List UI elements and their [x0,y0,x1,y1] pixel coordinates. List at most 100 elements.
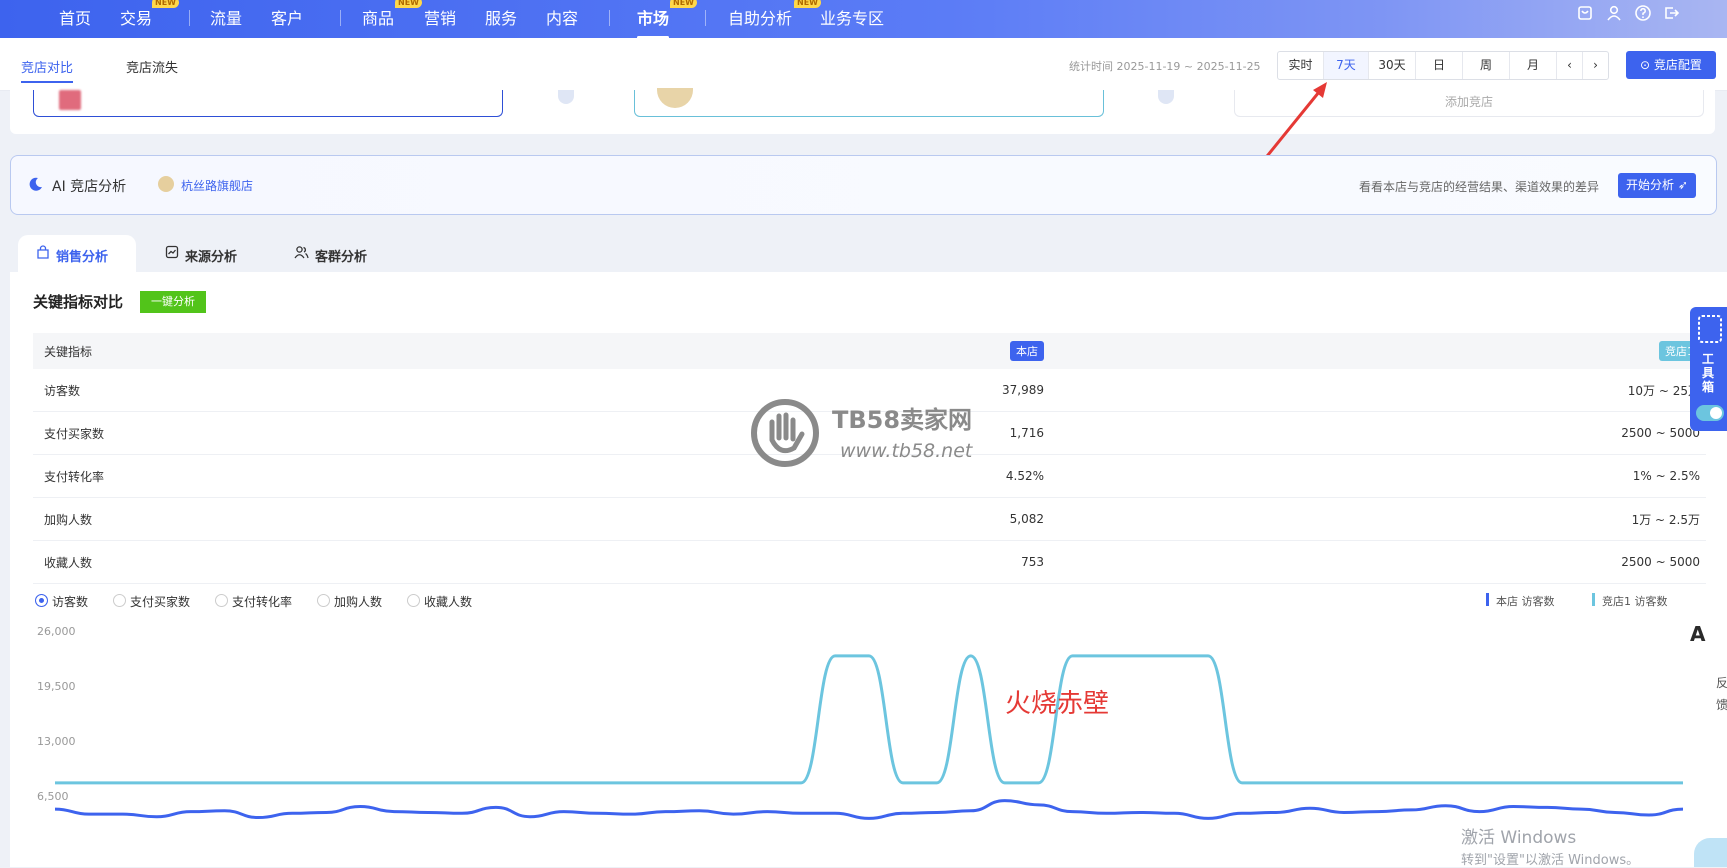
competitor-config-button[interactable]: ⊙ 竞店配置 [1626,51,1716,79]
period-day[interactable]: 日 [1416,52,1463,79]
watermark-title: TB58卖家网 [832,406,973,434]
competitor-value: 1万 ~ 2.5万 [1050,497,1706,541]
y-tick-label: 19,500 [37,680,76,693]
legend-own-shop: 本店 访客数 [1486,593,1555,609]
nav-customer[interactable]: 客户 [271,5,303,29]
own-value: 753 [344,540,1050,584]
radio-paying-buyers[interactable]: 支付买家数 [113,593,190,610]
nav-self-analysis[interactable]: 自助分析 [728,5,792,29]
one-click-analysis-button[interactable]: 一键分析 [140,291,206,313]
new-badge: NEW [794,0,821,8]
nav-traffic[interactable]: 流量 [210,5,242,29]
own-visitors-line [54,799,1684,820]
watermark-logo [751,399,819,467]
metric-name: 收藏人数 [33,540,344,584]
shop-logo-icon [158,176,174,192]
tab-sales-analysis[interactable]: 销售分析 [56,246,108,265]
compare-toolbar: 竞店对比 竞店流失 统计时间 2025-11-19 ~ 2025-11-25 实… [0,38,1727,91]
competitor-shop-card[interactable] [634,88,1104,117]
tab-source-analysis[interactable]: 来源分析 [185,246,237,265]
ai-analysis-title: AI 竞店分析 [52,179,127,195]
nav-market[interactable]: 市场 [637,5,670,39]
header-metric: 关键指标 [33,333,344,369]
user-icon[interactable] [1605,4,1623,22]
overlay-annotation-text: 火烧赤壁 [1005,689,1110,719]
new-badge: NEW [670,0,697,8]
tab-customer-group-analysis[interactable]: 客群分析 [315,246,367,265]
source-chart-icon [165,245,179,259]
help-icon[interactable] [1634,4,1652,22]
metric-name: 加购人数 [33,497,344,541]
top-navigation-bar: 首页 交易 NEW 流量 客户 商品 NEW 营销 服务 内容 市场 NEW 自… [0,0,1727,39]
metric-name: 支付买家数 [33,411,344,455]
competitor-visitors-line [54,654,1683,785]
shop-cards-row: 添加竞店 [10,88,1715,134]
config-button-label: 竞店配置 [1653,58,1702,72]
header-competitor: 竞店1 [1050,333,1706,369]
new-badge: NEW [395,0,422,8]
message-icon[interactable] [1576,4,1594,22]
nav-marketing[interactable]: 营销 [424,5,456,29]
period-realtime[interactable]: 实时 [1278,52,1324,79]
radio-favorites[interactable]: 收藏人数 [407,593,472,610]
prev-period-button[interactable]: ‹ [1557,52,1583,79]
radio-conversion-rate[interactable]: 支付转化率 [215,593,292,610]
table-header-row: 关键指标 本店 竞店1 [33,333,1706,369]
toolbox-label: 工具箱 [1702,352,1715,394]
nav-content[interactable]: 内容 [546,5,578,29]
own-shop-card[interactable] [33,90,503,117]
own-shop-avatar [59,90,81,110]
period-week[interactable]: 周 [1463,52,1510,79]
send-icon: ➶ [1674,178,1688,192]
assistant-mascot-icon[interactable] [1694,838,1727,867]
nav-divider [189,10,190,26]
competitor-value: 10万 ~ 25万 [1050,369,1706,412]
metric-name: 访客数 [33,369,344,412]
own-shop-pill: 本店 [1010,341,1044,361]
y-tick-label: 6,500 [37,790,69,803]
logout-icon[interactable] [1662,4,1680,22]
windows-activation-title: 激活 Windows [1461,828,1577,848]
period-month[interactable]: 月 [1510,52,1557,79]
start-analysis-button[interactable]: 开始分析 ➶ [1618,173,1696,198]
tab-competitor-loss[interactable]: 竞店流失 [126,57,178,76]
competitor-shop-logo [657,88,693,108]
nav-trade[interactable]: 交易 [120,5,152,29]
nav-home[interactable]: 首页 [59,5,91,29]
toolbox-panel[interactable]: 工具箱 [1690,307,1727,431]
feedback-label[interactable]: 反馈 [1716,672,1727,716]
y-tick-label: 26,000 [37,625,76,638]
ai-analysis-bar: AI 竞店分析 杭丝路旗舰店 看看本店与竞店的经营结果、渠道效果的差异 开始分析… [10,155,1717,215]
metric-name: 支付转化率 [33,454,344,498]
ai-shop-name[interactable]: 杭丝路旗舰店 [181,177,253,194]
period-30days[interactable]: 30天 [1369,52,1416,79]
tab-competitor-compare[interactable]: 竞店对比 [21,57,74,83]
radio-visitors[interactable]: 访客数 [35,593,88,610]
nav-divider [340,10,341,26]
next-period-button[interactable]: › [1583,52,1608,79]
windows-activation-hint: 转到"设置"以激活 Windows。 [1461,853,1640,868]
radio-add-to-cart[interactable]: 加购人数 [317,593,382,610]
side-assistant-badge[interactable]: A [1690,622,1705,646]
ai-moon-icon [29,177,42,191]
competitor-value: 2500 ~ 5000 [1050,540,1706,584]
toolbox-toggle[interactable] [1696,405,1724,421]
nav-divider [705,10,706,26]
nav-goods[interactable]: 商品 [362,5,394,29]
ai-hint-text: 看看本店与竞店的经营结果、渠道效果的差异 [1359,180,1600,194]
table-row: 收藏人数 753 2500 ~ 5000 [33,540,1706,584]
start-analysis-label: 开始分析 [1626,178,1675,192]
vs-icon [558,90,574,104]
vs-icon [1158,90,1174,104]
toolbox-icon [1698,315,1722,343]
nav-business-zone[interactable]: 业务专区 [820,5,884,29]
period-7days[interactable]: 7天 [1324,52,1369,79]
settings-icon: ⊙ [1640,58,1654,72]
y-tick-label: 13,000 [37,735,76,748]
customer-group-icon [294,246,309,259]
nav-divider [609,10,610,26]
stat-time-range: 统计时间 2025-11-19 ~ 2025-11-25 [1069,60,1261,73]
nav-service[interactable]: 服务 [485,5,517,29]
table-row: 加购人数 5,082 1万 ~ 2.5万 [33,497,1706,541]
watermark-url: www.tb58.net [840,440,973,462]
